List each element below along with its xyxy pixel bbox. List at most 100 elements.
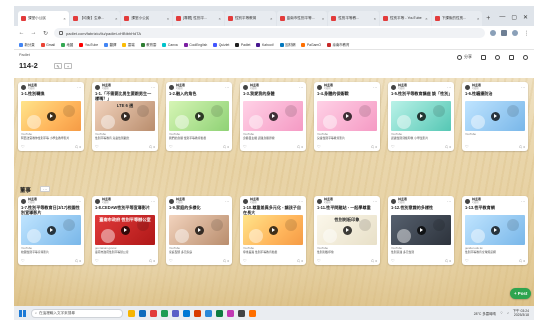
comment-count[interactable]: 🗨 0 — [75, 259, 81, 263]
play-icon[interactable] — [46, 225, 56, 235]
volume-icon[interactable]: ♪ — [507, 311, 509, 315]
video-thumbnail[interactable] — [243, 215, 303, 245]
post-card[interactable]: 林孟燕 3週前 ⋯ 1-1.「不需要比男生要跟男生一樣嗎？」 LTE 6 週 YouTub… — [92, 82, 158, 151]
video-thumbnail[interactable] — [391, 215, 451, 245]
comment-count[interactable]: 🗨 0 — [519, 259, 525, 263]
comment-count[interactable]: 🗨 0 — [75, 145, 81, 149]
taskbar-app-icon[interactable] — [183, 309, 190, 317]
puzzle-icon[interactable] — [501, 30, 507, 36]
close-tab-icon[interactable]: × — [476, 16, 479, 21]
taskbar-app-icon[interactable] — [227, 309, 234, 317]
like-icon[interactable]: ♡ — [21, 258, 25, 263]
padlet-brand[interactable]: Padlet — [19, 53, 30, 57]
more-icon[interactable]: ⋯ — [447, 85, 451, 90]
more-icon[interactable]: ⋯ — [373, 85, 377, 90]
comment-count[interactable]: 🗨 0 — [371, 259, 377, 263]
close-tab-icon[interactable]: × — [373, 16, 376, 21]
like-icon[interactable]: ♡ — [465, 258, 469, 263]
bookmark-item[interactable]: 因材網 — [279, 42, 295, 47]
like-icon[interactable]: ♡ — [317, 258, 321, 263]
taskbar-app-icon[interactable] — [194, 309, 201, 317]
extension-icon[interactable] — [490, 30, 496, 36]
browser-tab[interactable]: 性別平等教育 × — [224, 11, 276, 26]
more-icon[interactable]: ⋯ — [521, 85, 525, 90]
post-card[interactable]: 林孟燕 3週前 ⋯ 1-6.性騷擾防治 YouTube ♡ 🗨 0 — [462, 82, 528, 151]
post-card[interactable]: 林孟燕 3週前 ⋯ 1-2.融入的角色 YouTube 我們的身體 性別平等教育動畫 ♡ 🗨 … — [166, 82, 232, 151]
play-icon[interactable] — [46, 111, 56, 121]
bookmark-item[interactable]: YouTube — [79, 42, 98, 47]
bookmark-item[interactable]: Canva — [162, 42, 178, 47]
play-icon[interactable] — [490, 225, 500, 235]
more-icon[interactable]: ⋯ — [151, 199, 155, 204]
network-icon[interactable]: ⌔ — [500, 311, 503, 316]
search-button[interactable] — [481, 54, 486, 60]
browser-tab[interactable]: 【均衡】生命... × — [69, 11, 121, 26]
browser-tab[interactable]: 性別平等教... × — [328, 11, 379, 26]
video-thumbnail[interactable]: 臺南市政府 性別平等辦公室 — [95, 215, 155, 245]
comment-count[interactable]: 🗨 0 — [149, 145, 155, 149]
comment-count[interactable]: 🗨 0 — [297, 145, 303, 149]
taskbar-app-icon[interactable] — [216, 309, 223, 317]
bookmark-item[interactable]: 翻譯 — [104, 42, 116, 47]
close-tab-icon[interactable]: × — [269, 16, 272, 21]
post-card[interactable]: 林孟燕 3週前 ⋯ 1-4.身體的保衛戰 YouTube 兒童性別平等教育影片 ♡ 🗨 0 — [314, 82, 380, 151]
more-icon[interactable]: ⋯ — [151, 85, 155, 90]
new-tab-button[interactable]: + — [483, 11, 493, 26]
taskbar-app-icon[interactable] — [249, 309, 256, 317]
more-icon[interactable]: ⋯ — [77, 85, 81, 90]
more-icon[interactable]: ⋯ — [77, 199, 81, 204]
comment-count[interactable]: 🗨 0 — [371, 145, 377, 149]
post-card[interactable]: 林孟燕 2週前 ⋯ 1-9.家庭的多樣化 YouTube 家庭型態 多元家庭 ♡ 🗨 0 — [166, 196, 232, 265]
video-thumbnail[interactable] — [391, 101, 451, 131]
taskbar-app-icon[interactable] — [238, 309, 245, 317]
play-icon[interactable] — [268, 111, 278, 121]
like-icon[interactable]: ♡ — [243, 258, 247, 263]
post-card[interactable]: 林孟燕 2週前 ⋯ 1-13.性平教育網 gender.edu.tw 性別平等教育全球資訊… — [462, 196, 528, 265]
play-icon[interactable] — [120, 111, 130, 121]
close-tab-icon[interactable]: × — [166, 16, 169, 21]
browser-tab[interactable]: 臺南市性別平等... × — [276, 11, 328, 26]
post-card[interactable]: 林孟燕 2週前 ⋯ 1-7.性別平等教育日(3/17)校園性別宣導影片 YouTube 校… — [18, 196, 84, 265]
like-icon[interactable]: ♡ — [391, 258, 395, 263]
more-icon[interactable]: ⋯ — [521, 199, 525, 204]
weather-status[interactable]: 28°C 多雲時晴 — [474, 311, 496, 316]
post-card[interactable]: 林孟燕 3週前 ⋯ 1-3.我愛我的身體 YouTube 身體自主權 認識身體界線 ♡ 🗨 0 — [240, 82, 306, 151]
video-thumbnail[interactable] — [465, 215, 525, 245]
comment-count[interactable]: 🗨 0 — [297, 259, 303, 263]
play-icon[interactable] — [120, 225, 130, 235]
video-thumbnail[interactable] — [21, 101, 81, 131]
bookmark-item[interactable]: 新分頁 — [19, 42, 35, 47]
bookmark-item[interactable]: Quizlet — [213, 42, 229, 47]
post-card[interactable]: 林孟燕 3週前 ⋯ 1-1.性別轉換 YouTube 阿西法官教你性別平等 小學生教學影片… — [18, 82, 84, 151]
bookmark-item[interactable]: Kahoot! — [256, 42, 274, 47]
play-icon[interactable] — [342, 225, 352, 235]
more-icon[interactable]: ⋯ — [299, 199, 303, 204]
bookmark-item[interactable]: 教育雲 — [140, 42, 156, 47]
video-thumbnail[interactable]: LTE 6 週 — [95, 101, 155, 131]
like-icon[interactable]: ♡ — [243, 144, 247, 149]
close-window-button[interactable]: ✕ — [523, 14, 528, 21]
close-tab-icon[interactable]: × — [114, 16, 117, 21]
video-thumbnail[interactable] — [465, 101, 525, 131]
bookmark-item[interactable]: 雲端 — [122, 42, 135, 47]
more-icon[interactable]: ⋯ — [373, 199, 377, 204]
menu-icon[interactable]: ⋮ — [523, 30, 530, 37]
close-tab-icon[interactable]: × — [217, 16, 220, 21]
edit-title-button[interactable]: ✎ — [54, 63, 62, 69]
video-thumbnail[interactable] — [243, 101, 303, 131]
back-icon[interactable]: ← — [18, 30, 25, 36]
like-icon[interactable]: ♡ — [169, 144, 173, 149]
gear-button[interactable] — [509, 54, 514, 60]
close-tab-icon[interactable]: × — [321, 16, 324, 21]
browser-tab[interactable]: 課堂小公民 × — [121, 11, 173, 26]
profile-icon[interactable] — [512, 30, 518, 36]
like-icon[interactable]: ♡ — [169, 258, 173, 263]
play-icon[interactable] — [490, 111, 500, 121]
taskbar-app-icon[interactable] — [205, 309, 212, 317]
bell-button[interactable] — [495, 54, 500, 60]
taskbar-search[interactable]: ⌕ 在這裡輸入文字來搜尋 — [31, 308, 123, 318]
forward-icon[interactable]: → — [30, 30, 37, 36]
minimize-button[interactable]: — — [499, 14, 505, 20]
video-thumbnail[interactable] — [169, 215, 229, 245]
post-card[interactable]: 林孟燕 2週前 ⋯ 1-12.性別意識的多樣性 YouTube 性別意識 多元性別 ♡ 🗨 0 — [388, 196, 454, 265]
